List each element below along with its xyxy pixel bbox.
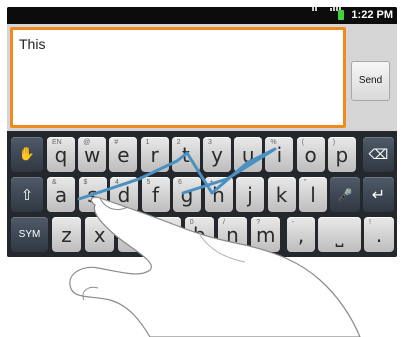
key-u[interactable]: u (234, 137, 263, 172)
backspace-key[interactable]: ⌫ (363, 137, 394, 172)
compose-area: This Send (7, 24, 397, 131)
key-o[interactable]: (o (296, 137, 325, 172)
key-k[interactable]: k (267, 177, 296, 212)
key-s[interactable]: $ s (78, 177, 107, 212)
send-button[interactable]: Send (351, 61, 390, 101)
key-label: l (310, 183, 316, 207)
microphone-icon: 🎤 (337, 188, 353, 202)
key-i[interactable]: % i (265, 137, 294, 172)
key-label: c (127, 223, 139, 247)
key-label: v (160, 223, 173, 247)
key-label: u (241, 143, 255, 167)
key-z[interactable]: z (52, 217, 81, 252)
key-v[interactable]: 9v (151, 217, 181, 252)
key-label: t (181, 143, 190, 167)
space-bar-icon: ⎵ (335, 223, 344, 247)
sym-label: SYM (18, 229, 41, 240)
voice-input-key[interactable]: 🎤 (330, 177, 360, 212)
key-d[interactable]: 4d (110, 177, 138, 212)
key-q[interactable]: EN q (47, 137, 75, 172)
key-b[interactable]: 0b (184, 217, 214, 252)
message-input[interactable]: This (10, 27, 346, 128)
key-label: x (93, 223, 106, 247)
space-key[interactable]: ⎵ (318, 217, 361, 252)
key-label: j (247, 183, 253, 207)
key-label: y (211, 143, 223, 167)
key-c[interactable]: c (118, 217, 148, 252)
backspace-icon: ⌫ (368, 147, 389, 163)
key-label: w (84, 143, 101, 167)
comma-label: , (297, 223, 305, 247)
key-l[interactable]: " l (299, 177, 327, 212)
key-label: i (276, 143, 283, 167)
swipe-icon: ✋ (18, 147, 36, 162)
key-label: r (150, 143, 159, 167)
enter-key[interactable]: ↵ (363, 177, 394, 212)
key-x[interactable]: x (85, 217, 115, 252)
phone-screen: 1:22 PM This Send ✋ EN q @ w # e 1 r 2 t 3 y u % i(o) p… (7, 7, 397, 257)
period-label: . (375, 223, 383, 247)
key-f[interactable]: 5f (141, 177, 170, 212)
key-label: d (117, 183, 131, 207)
key-label: n (226, 223, 239, 247)
status-bar: 1:22 PM (7, 7, 397, 24)
message-text: This (19, 36, 46, 52)
key-label: b (192, 223, 206, 247)
key-m[interactable]: ? m (251, 217, 281, 252)
comma-key[interactable]: - , (287, 217, 315, 252)
key-label: k (275, 183, 288, 207)
key-label: p (335, 143, 349, 167)
key-label: z (61, 223, 72, 247)
key-label: e (117, 143, 130, 167)
key-j[interactable]: j (236, 177, 264, 212)
key-h[interactable]: + h (204, 177, 233, 212)
swipe-toggle-key[interactable]: ✋ (11, 137, 43, 172)
key-w[interactable]: @ w (78, 137, 107, 172)
key-t[interactable]: 2t (171, 137, 200, 172)
shift-icon: ⇧ (20, 186, 34, 204)
clock: 1:22 PM (351, 9, 393, 21)
sym-key[interactable]: SYM (11, 217, 48, 252)
key-label: a (54, 183, 68, 207)
key-label: q (54, 143, 68, 167)
key-label: g (180, 183, 194, 207)
battery-icon (338, 10, 344, 20)
key-e[interactable]: # e (109, 137, 138, 172)
enter-icon: ↵ (371, 185, 386, 204)
key-n[interactable]: / n (218, 217, 247, 252)
key-a[interactable]: & a (47, 177, 75, 212)
period-key[interactable]: ! . (364, 217, 394, 252)
key-label: m (255, 223, 276, 247)
key-g[interactable]: 6g (173, 177, 201, 212)
key-label: f (151, 183, 160, 207)
key-r[interactable]: 1r (140, 137, 169, 172)
key-label: o (304, 143, 317, 167)
key-label: h (212, 183, 225, 207)
shift-key[interactable]: ⇧ (11, 177, 43, 212)
key-p[interactable]: ) p (327, 137, 356, 172)
on-screen-keyboard: ✋ EN q @ w # e 1 r 2 t 3 y u % i(o) p ⌫ ⇧ & a $ s 4 d 5 f 6 g + h j… (7, 131, 397, 257)
key-y[interactable]: 3y (203, 137, 231, 172)
key-label: s (87, 183, 98, 207)
